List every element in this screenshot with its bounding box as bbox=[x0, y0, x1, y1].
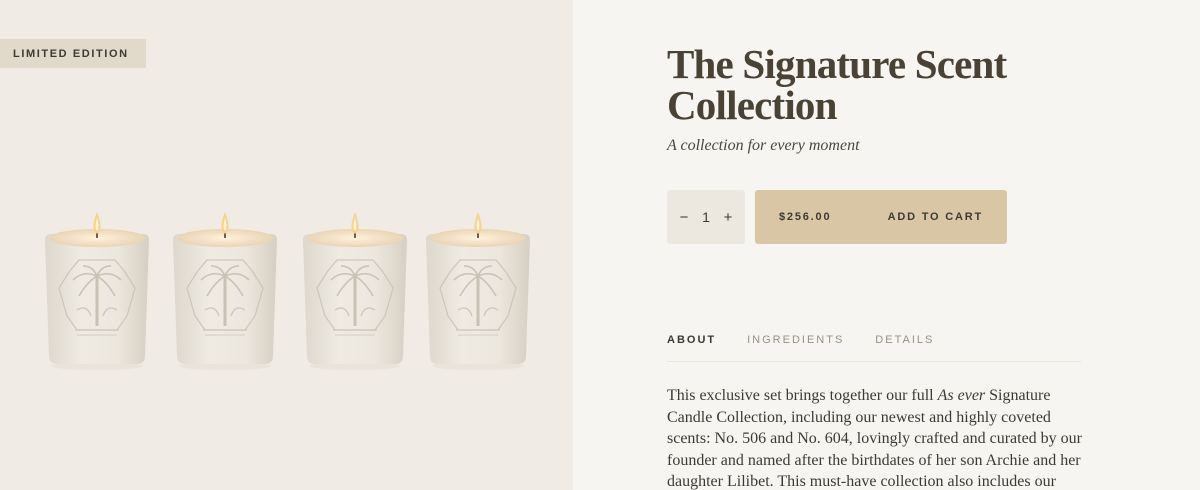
add-to-cart-button[interactable]: $256.00 ADD TO CART bbox=[755, 190, 1007, 244]
quantity-value[interactable]: 1 bbox=[702, 209, 710, 225]
increase-quantity-button[interactable]: + bbox=[722, 209, 734, 226]
product-details-panel: The Signature Scent Collection A collect… bbox=[573, 0, 1200, 490]
tab-details[interactable]: DETAILS bbox=[875, 334, 934, 361]
decrease-quantity-button[interactable]: − bbox=[678, 209, 690, 226]
candle-2 bbox=[171, 210, 279, 372]
candle-3 bbox=[301, 210, 409, 372]
tab-about[interactable]: ABOUT bbox=[667, 334, 716, 361]
description-text-1: This exclusive set brings together our f… bbox=[667, 387, 938, 404]
candle-4 bbox=[424, 210, 532, 372]
product-image-candles bbox=[43, 210, 532, 372]
product-description: This exclusive set brings together our f… bbox=[667, 385, 1087, 490]
product-subtitle: A collection for every moment bbox=[667, 137, 860, 154]
quantity-stepper: − 1 + bbox=[667, 190, 745, 244]
candle-1 bbox=[43, 210, 151, 372]
product-image-panel: LIMITED EDITION bbox=[0, 0, 573, 490]
description-emphasis: As ever bbox=[937, 387, 986, 404]
product-tabs: ABOUT INGREDIENTS DETAILS bbox=[667, 334, 1081, 362]
tab-ingredients[interactable]: INGREDIENTS bbox=[747, 334, 844, 361]
product-title: The Signature Scent Collection bbox=[667, 41, 1007, 128]
add-to-cart-label: ADD TO CART bbox=[887, 211, 983, 223]
limited-edition-badge: LIMITED EDITION bbox=[0, 39, 146, 68]
price-label: $256.00 bbox=[779, 211, 832, 223]
